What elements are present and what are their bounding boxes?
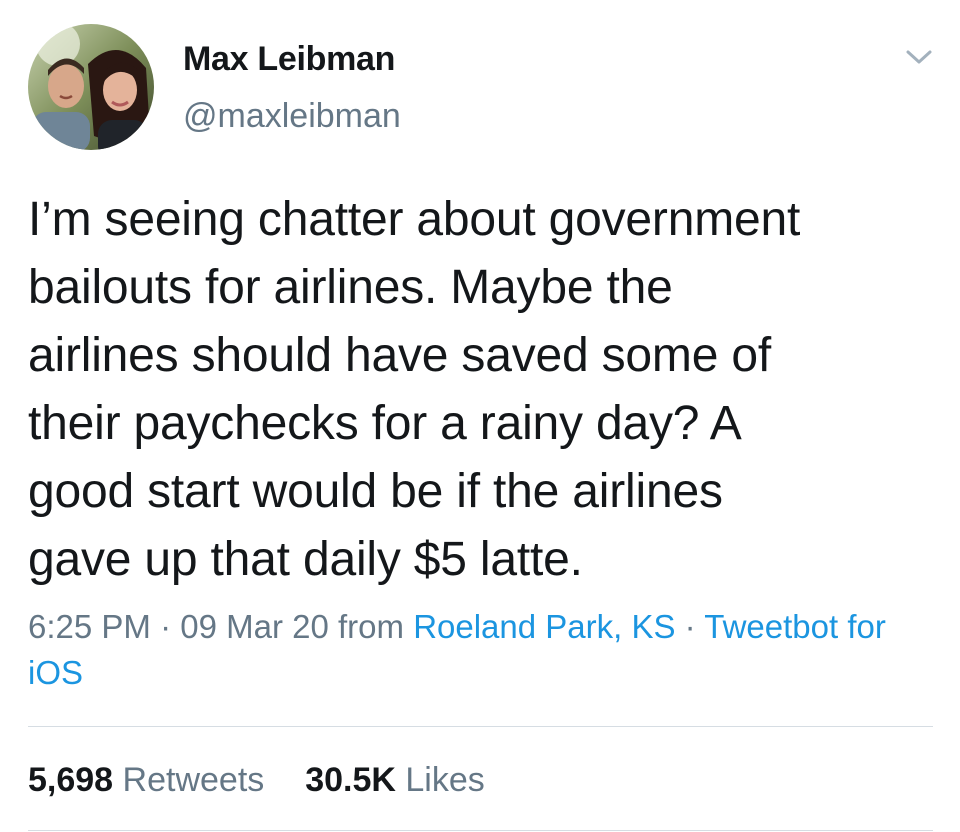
from-label: from: [338, 608, 405, 645]
tweet-stats: 5,698 Retweets 30.5K Likes: [28, 757, 485, 803]
likes-count: 30.5K: [305, 761, 396, 799]
avatar-photo: [28, 24, 154, 150]
chevron-down-icon[interactable]: [904, 46, 934, 68]
retweets-stat[interactable]: 5,698 Retweets: [28, 761, 274, 799]
likes-stat[interactable]: 30.5K Likes: [305, 761, 485, 799]
retweets-count: 5,698: [28, 761, 114, 799]
tweet-time[interactable]: 6:25 PM: [28, 608, 151, 645]
tweet-header: Max Leibman @maxleibman: [28, 24, 938, 154]
avatar[interactable]: [28, 24, 154, 150]
likes-label: Likes: [405, 761, 485, 799]
tweet-text: I’m seeing chatter about government bail…: [28, 193, 801, 586]
divider: [28, 726, 933, 727]
tweet-date[interactable]: 09 Mar 20: [180, 608, 329, 645]
meta-separator: ·: [160, 608, 172, 645]
tweet-metadata: 6:25 PM · 09 Mar 20 from Roeland Park, K…: [28, 604, 933, 696]
divider: [28, 830, 933, 831]
meta-separator: ·: [684, 608, 696, 645]
retweets-label: Retweets: [122, 761, 265, 799]
user-handle[interactable]: @maxleibman: [183, 97, 401, 136]
location-link[interactable]: Roeland Park, KS: [413, 608, 675, 645]
display-name[interactable]: Max Leibman: [183, 40, 395, 79]
tweet-card: Max Leibman @maxleibman I’m seeing chatt…: [0, 0, 960, 832]
